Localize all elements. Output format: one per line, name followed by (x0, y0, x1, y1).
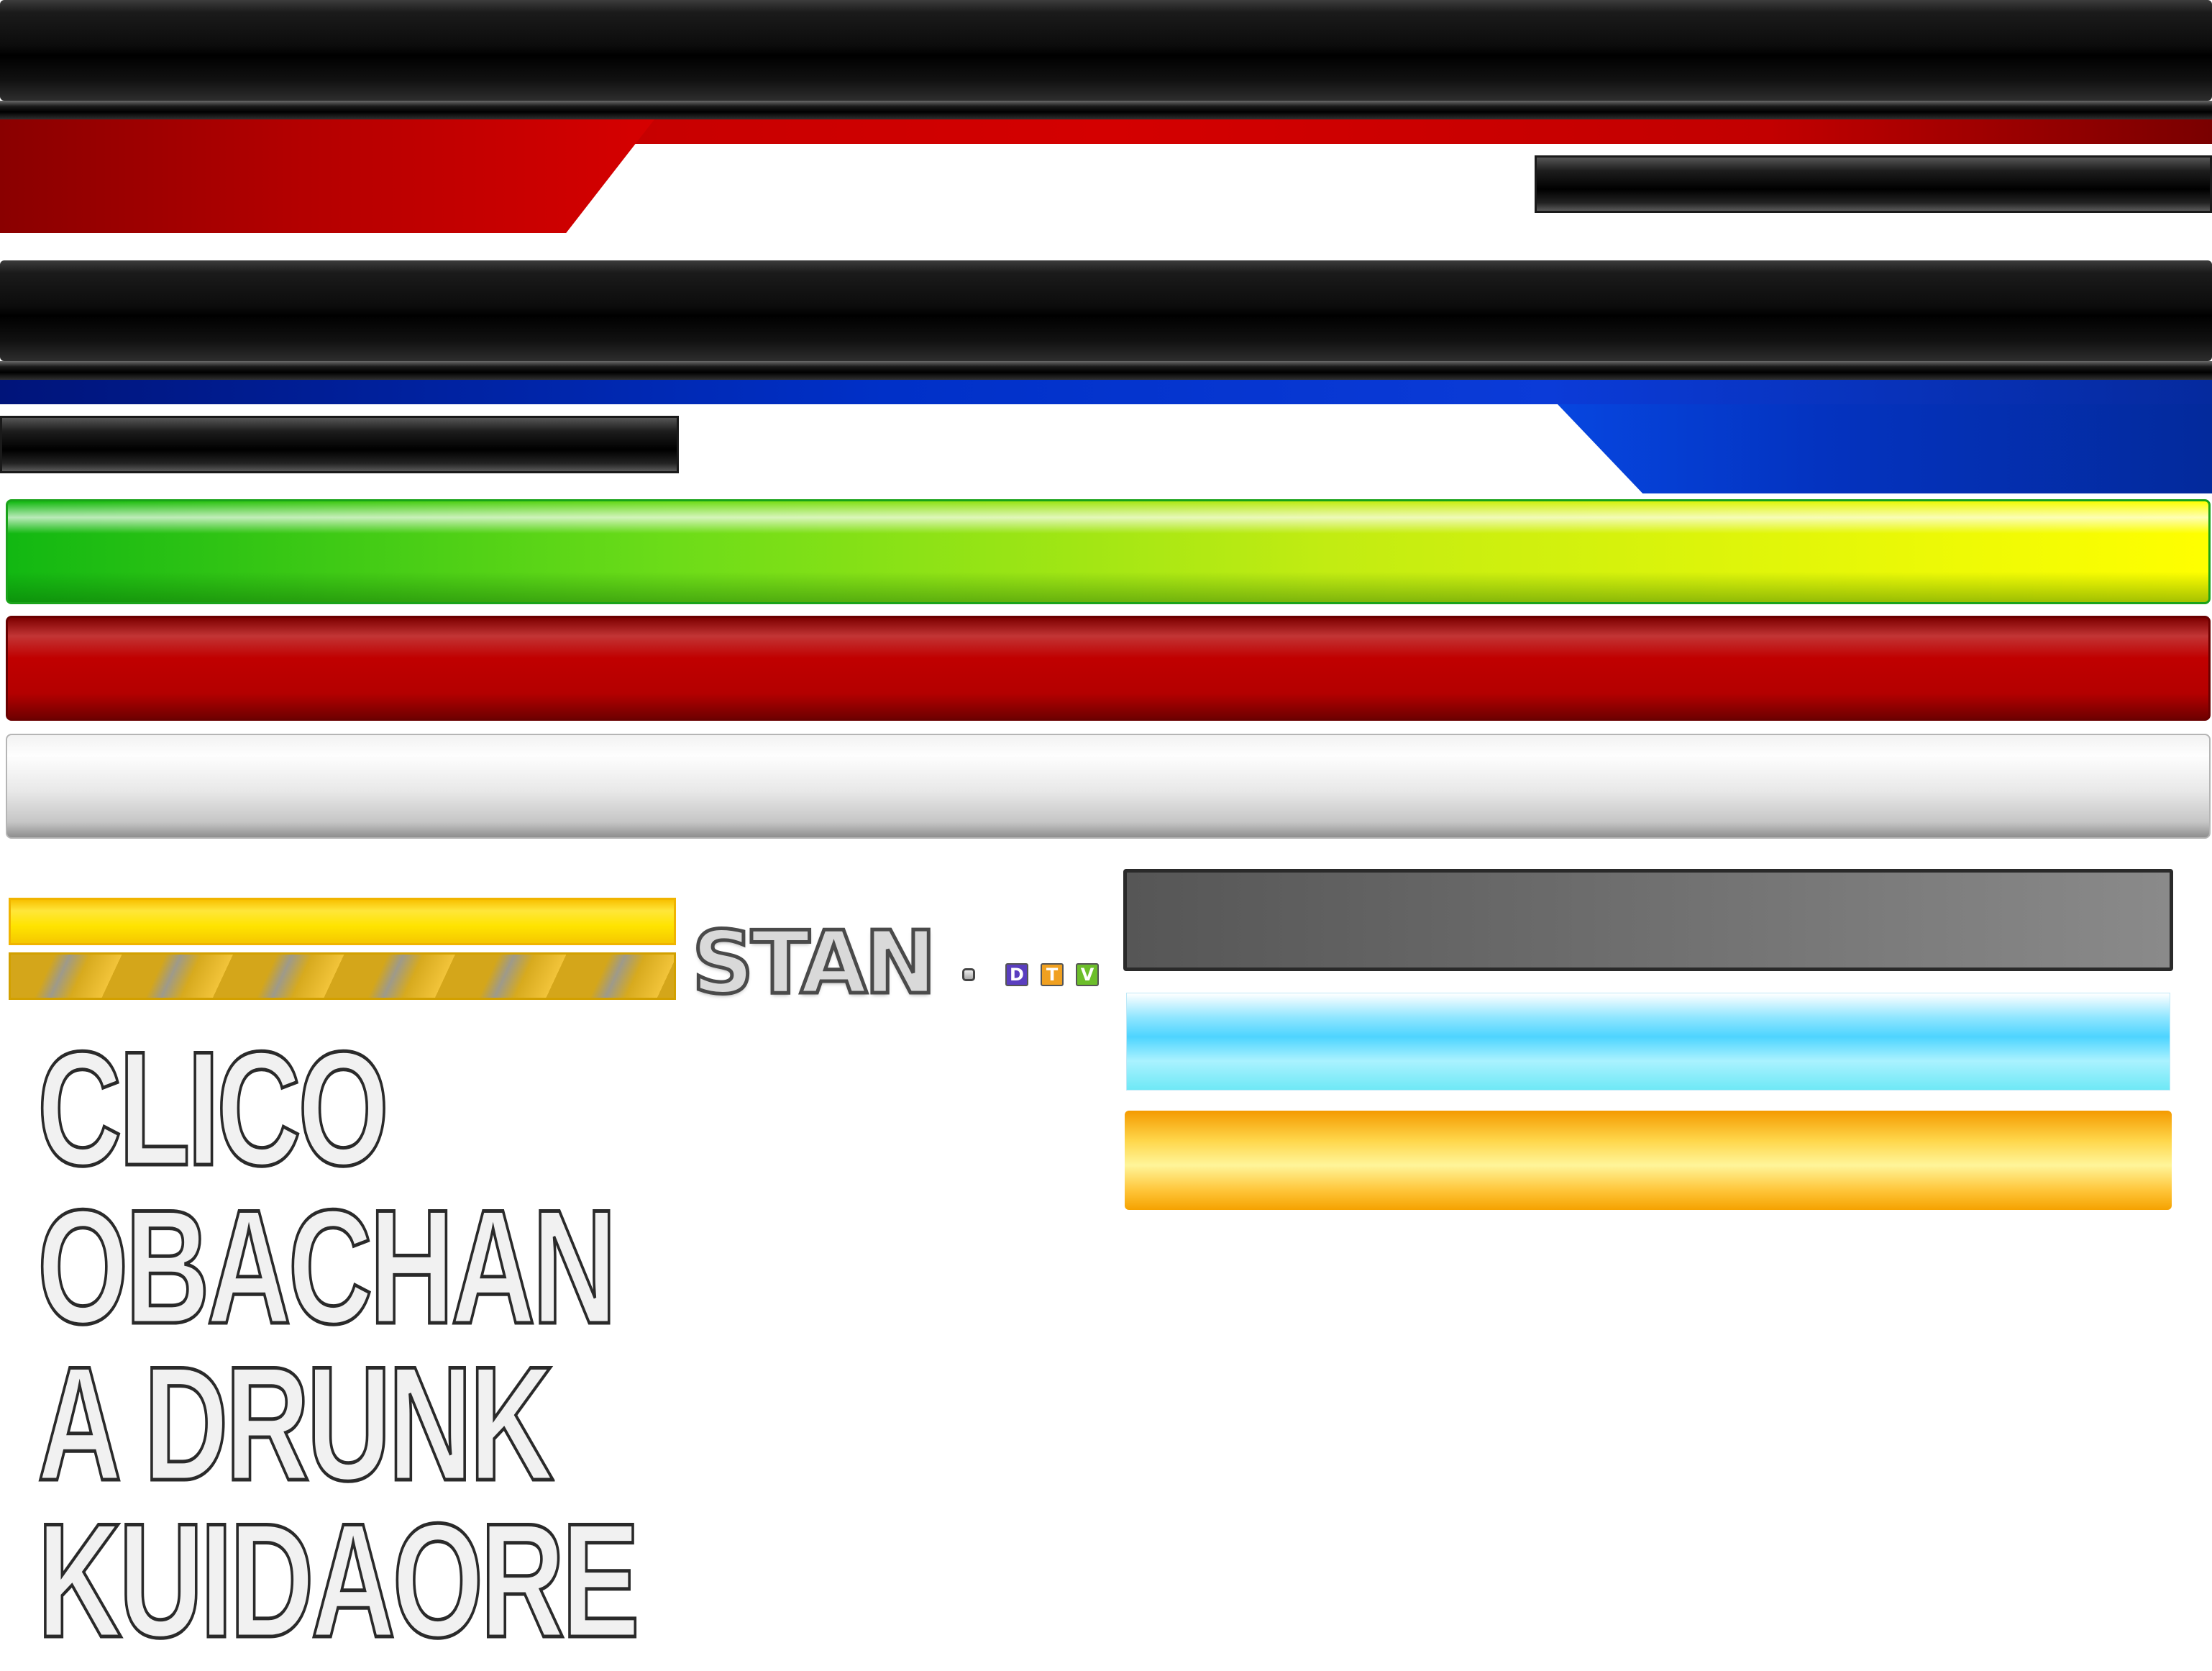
mid-blue-band (0, 380, 2212, 404)
mid-black-bar (0, 260, 2212, 361)
mid-black-strip (0, 361, 2212, 380)
badge-t: T (1041, 963, 1064, 986)
red-gloss-bar (6, 616, 2211, 721)
silver-gloss-bar (6, 734, 2211, 839)
badge-d: D (1005, 963, 1028, 986)
top-black-strip (0, 101, 2212, 119)
stan-logo-text: STAN (690, 914, 938, 1014)
word-kuidaore: KUIDAORE (36, 1489, 641, 1671)
yellow-bar (9, 898, 676, 945)
orange-gloss-bar (1125, 1111, 2172, 1210)
small-dot-icon (962, 968, 975, 981)
left-black-bar (0, 416, 679, 473)
blue-tab-shape (1558, 404, 2212, 493)
top-black-bar (0, 0, 2212, 101)
striped-yellow-bar (9, 952, 676, 1000)
word-a-drunk: A DRUNK (36, 1332, 555, 1514)
cyan-gloss-bar (1126, 993, 2170, 1091)
word-obachan: OBACHAN (36, 1175, 618, 1357)
right-black-bar (1535, 155, 2212, 213)
red-tab-shape (0, 119, 654, 233)
gray-bar (1123, 869, 2173, 971)
word-clico: CLICO (36, 1017, 390, 1199)
badge-v: V (1076, 963, 1099, 986)
green-gradient-bar (6, 499, 2211, 604)
